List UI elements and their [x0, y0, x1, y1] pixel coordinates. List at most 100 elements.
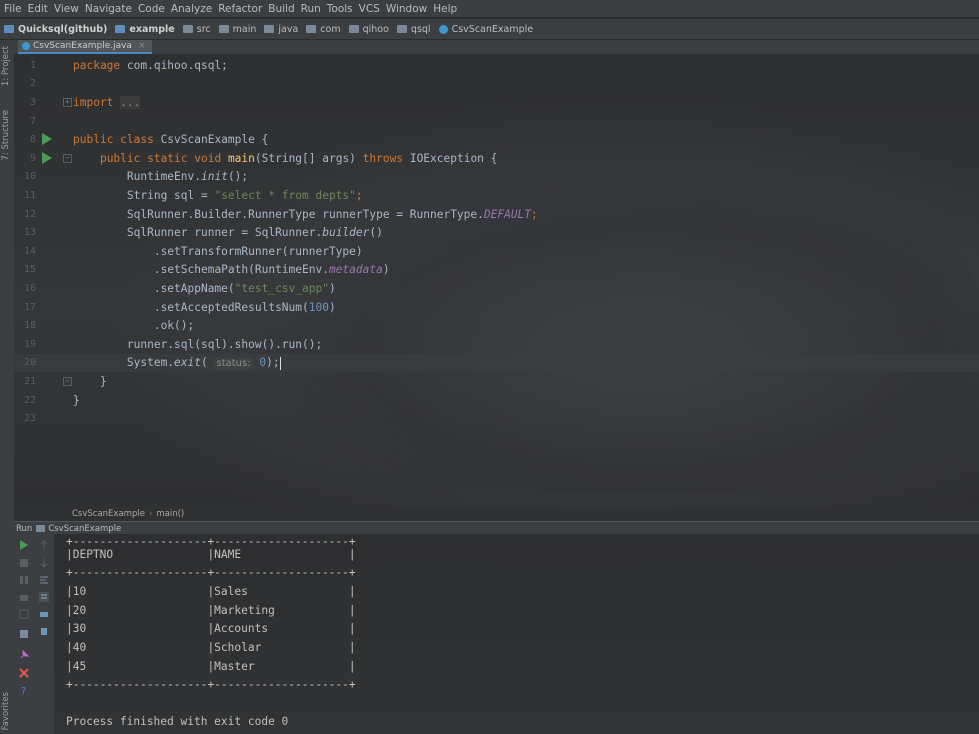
- menu-analyze[interactable]: Analyze: [171, 3, 212, 15]
- nav-example[interactable]: example: [115, 24, 175, 35]
- run-gutter-icon[interactable]: [42, 133, 52, 146]
- line-number: 2: [29, 78, 36, 90]
- token: IOException {: [409, 151, 498, 165]
- line-number: 15: [23, 264, 36, 276]
- fold-collapse-icon[interactable]: −: [63, 154, 72, 163]
- console-table-row: |10 |Sales |: [66, 585, 356, 598]
- code-line: 19 runner.sql(sql).show().run();: [14, 335, 979, 354]
- token: .setAppName(: [153, 281, 235, 295]
- nav-class-label: CsvScanExample: [451, 23, 534, 35]
- nav-src-label: src: [196, 23, 211, 35]
- menu-help[interactable]: Help: [433, 3, 457, 15]
- rerun-icon[interactable]: [19, 540, 29, 550]
- file-tab-csvscanexample[interactable]: CsvScanExample.java ×: [18, 40, 152, 54]
- text-caret: [279, 356, 281, 370]
- code-line: 16 .setAppName("test_csv_app"): [14, 279, 979, 298]
- line-number: 13: [23, 227, 36, 239]
- print-icon[interactable]: [39, 609, 49, 619]
- menu-refactor[interactable]: Refactor: [218, 3, 262, 15]
- console-table-row: |40 |Scholar |: [66, 641, 356, 654]
- nav-qihoo[interactable]: qihoo: [348, 23, 389, 35]
- run-toolbar: ?: [14, 534, 34, 734]
- exit-icon[interactable]: [19, 609, 29, 619]
- code-line: 14 .setTransformRunner(runnerType): [14, 242, 979, 261]
- nav-qihoo-label: qihoo: [362, 23, 389, 35]
- token: .setTransformRunner(runnerType): [153, 244, 363, 258]
- clear-all-icon[interactable]: [39, 626, 49, 636]
- folded-imports[interactable]: ...: [120, 95, 141, 109]
- breadcrumb-class[interactable]: CsvScanExample: [72, 509, 145, 519]
- fold-end-icon[interactable]: −: [63, 377, 72, 387]
- line-number: 22: [23, 394, 36, 406]
- menu-run[interactable]: Run: [301, 3, 321, 15]
- token: .ok();: [153, 319, 195, 333]
- nav-java[interactable]: java: [264, 24, 298, 35]
- code-editor[interactable]: 1 package com.qihoo.qsql; 2 3 + import ... …: [14, 54, 979, 507]
- token: public static void: [99, 151, 228, 165]
- menu-navigate[interactable]: Navigate: [85, 3, 132, 15]
- menu-tools[interactable]: Tools: [327, 3, 353, 15]
- breadcrumb-method[interactable]: main(): [156, 509, 184, 519]
- nav-project[interactable]: Quicksql(github): [4, 24, 107, 35]
- line-number: 14: [23, 245, 36, 257]
- menu-build[interactable]: Build: [268, 3, 294, 15]
- token: throws: [362, 151, 410, 165]
- run-gutter-icon[interactable]: [42, 152, 52, 164]
- menu-vcs[interactable]: VCS: [359, 3, 380, 15]
- close-icon[interactable]: [19, 668, 29, 678]
- favorites-tool-tab[interactable]: Favorites: [1, 692, 11, 730]
- menu-file[interactable]: File: [4, 3, 22, 15]
- line-number: 20: [23, 357, 36, 369]
- nav-main[interactable]: main: [218, 24, 256, 35]
- token: DEFAULT: [483, 207, 532, 221]
- line-number: 1: [29, 59, 36, 71]
- nav-com-label: com: [320, 23, 341, 35]
- code-line: 15 .setSchemaPath(RuntimeEnv.metadata): [14, 261, 979, 280]
- layout-icon[interactable]: [19, 629, 29, 639]
- token: ;: [531, 207, 538, 221]
- token: ;: [355, 188, 363, 202]
- camera-icon[interactable]: [19, 592, 29, 602]
- fold-expand-icon[interactable]: +: [63, 98, 72, 108]
- code-line: 2: [14, 75, 979, 94]
- help-icon[interactable]: ?: [19, 685, 29, 695]
- nav-qsql-label: qsql: [410, 23, 431, 35]
- nav-qsql[interactable]: qsql: [396, 23, 431, 35]
- menu-code[interactable]: Code: [138, 3, 165, 15]
- line-number: 12: [23, 208, 36, 220]
- code-line: 18 .ok();: [14, 316, 979, 335]
- editor-tab-bar: CsvScanExample.java ×: [14, 40, 979, 54]
- pin-icon[interactable]: [19, 650, 29, 660]
- code-line: 21 − }: [14, 372, 979, 391]
- pause-icon[interactable]: [19, 575, 29, 585]
- stop-icon[interactable]: [19, 558, 29, 568]
- project-tool-tab[interactable]: 1: Project: [1, 46, 11, 86]
- menu-edit[interactable]: Edit: [28, 3, 48, 15]
- scroll-up-icon[interactable]: [39, 540, 49, 550]
- token: (): [369, 226, 383, 240]
- console-finish-message: Process finished with exit code 0: [66, 715, 289, 728]
- run-config-tab[interactable]: CsvScanExample: [48, 524, 121, 534]
- menu-view[interactable]: View: [54, 3, 79, 15]
- token: ();: [227, 170, 249, 184]
- left-tool-strip: 1: Project 7: Structure Favorites: [0, 40, 15, 734]
- token: SqlRunner runner = SqlRunner.: [126, 226, 323, 240]
- code-line: 11 String sql = "select * from depts";: [14, 186, 979, 205]
- menu-window[interactable]: Window: [386, 3, 427, 15]
- run-console[interactable]: +--------------------+------------------…: [55, 534, 979, 734]
- structure-tool-tab[interactable]: 7: Structure: [1, 110, 11, 161]
- token: SqlRunner.Builder.RunnerType runnerType …: [126, 207, 484, 221]
- soft-wrap-icon[interactable]: [39, 575, 49, 585]
- nav-com[interactable]: com: [306, 23, 341, 35]
- scroll-down-icon[interactable]: [39, 558, 49, 568]
- code-line: 3 + import ...: [14, 93, 979, 112]
- nav-src[interactable]: src: [182, 23, 211, 35]
- run-panel-title: Run: [16, 523, 33, 534]
- code-line: 13 SqlRunner runner = SqlRunner.builder(…: [14, 223, 979, 242]
- scroll-to-end-icon[interactable]: [39, 592, 49, 602]
- console-line: +--------------------+------------------…: [66, 566, 356, 579]
- close-tab-icon[interactable]: ×: [138, 41, 146, 51]
- token: exit: [174, 356, 201, 370]
- code-line: 1 package com.qihoo.qsql;: [14, 56, 979, 75]
- nav-class[interactable]: CsvScanExample: [438, 23, 534, 35]
